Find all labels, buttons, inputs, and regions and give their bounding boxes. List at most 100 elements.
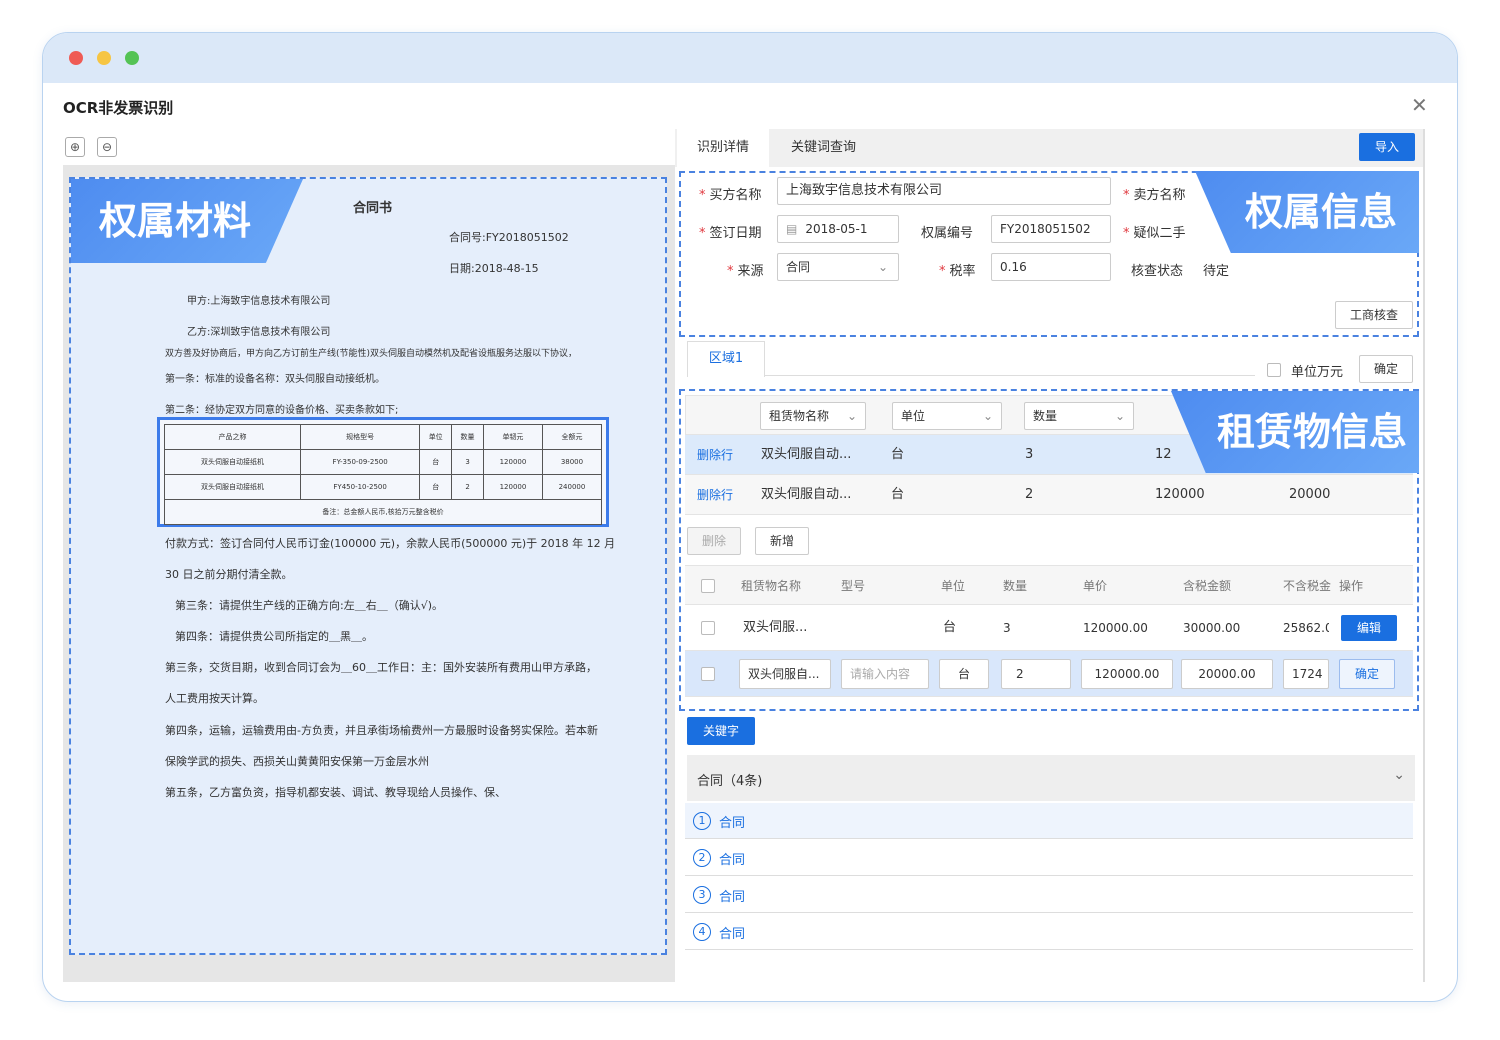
ownership-no-label: 权属编号 [921, 226, 974, 241]
minimize-window-dot[interactable] [97, 51, 111, 65]
table-cell: 双头伺服自动接纸机 [164, 474, 301, 500]
doc-payment: 付款方式：签订合同付人民币订金(100000 元)，余款人民币(500000 元… [165, 537, 616, 550]
delete-row-link[interactable]: 删除行 [697, 475, 733, 514]
column-header: 数量 [1003, 579, 1028, 593]
list-item[interactable]: 3 合同 [685, 877, 1413, 913]
unit-wan-checkbox[interactable] [1267, 363, 1281, 377]
table-row: 删除行 双头伺服自动... 台 2 120000 20000 [685, 475, 1413, 515]
select-all-checkbox[interactable] [701, 579, 715, 593]
lease-name-cell: 双头伺服... [743, 620, 808, 635]
maximize-window-dot[interactable] [125, 51, 139, 65]
price-input[interactable]: 120000.00 [1081, 659, 1173, 689]
region-tabbar [687, 375, 1255, 376]
column-header: 含税金额 [1183, 579, 1232, 593]
chevron-down-icon: ⌄ [877, 260, 888, 274]
table-header-cell: 单韧元 [482, 424, 543, 450]
lease-name-input[interactable]: 双头伺服自... [739, 659, 831, 689]
check-status-value: 待定 [1203, 264, 1230, 279]
zoom-in-icon[interactable]: ⊕ [65, 137, 85, 157]
calendar-icon: ▤ [786, 222, 798, 236]
tax-rate-field[interactable]: 0.16 [991, 253, 1111, 281]
lease-name-cell: 双头伺服自动... [761, 487, 852, 502]
table-cell: FY450-10-2500 [299, 474, 421, 500]
row-checkbox[interactable] [701, 621, 715, 635]
seller-label: * 卖方名称 [1123, 188, 1186, 203]
doc-clause3: 第三条：请提供生产线的正确方向:左＿右＿（确认√)。 [175, 599, 444, 612]
table-row: 双头伺服自动接纸机 FY-350-09-2500 台 3 120000 3800… [164, 449, 603, 475]
item-label: 合同 [719, 853, 746, 868]
ownership-no-field[interactable]: FY2018051502 [991, 215, 1111, 243]
region-confirm-button[interactable]: 确定 [1359, 355, 1413, 383]
doc-intro: 双方善及好协商后，甲方向乙方订前生产线(节能性)双头伺服自动模然机及配省设瓶服务… [165, 349, 578, 359]
close-window-dot[interactable] [69, 51, 83, 65]
item-number: 4 [693, 923, 711, 941]
row-checkbox[interactable] [701, 667, 715, 681]
lease-name-select[interactable]: 租赁物名称 ⌄ [760, 402, 866, 430]
sign-date-field[interactable]: ▤ 2018-05-1 [777, 215, 899, 243]
scrollbar[interactable] [1423, 129, 1425, 982]
column-header: 操作 [1339, 579, 1364, 593]
model-input[interactable]: 请输入内容 [841, 659, 929, 689]
doc-clause6: 第四条，运输，运输费用由-方负责，并且承街场榆费州一方最服时设备努实保险。若本新 [165, 724, 598, 737]
sign-date-label: * 签订日期 [699, 226, 762, 241]
lease-name-cell: 双头伺服自动... [761, 447, 852, 462]
doc-payment2: 30 日之前分期付清全款。 [165, 568, 293, 581]
tab-bar: 识别详情 关键词查询 [675, 129, 1425, 167]
row-confirm-button[interactable]: 确定 [1339, 659, 1395, 689]
list-item[interactable]: 2 合同 [685, 840, 1413, 876]
source-select[interactable]: 合同 ⌄ [777, 253, 899, 281]
quantity-cell: 2 [1025, 487, 1034, 502]
buyer-label: * 买方名称 [699, 188, 762, 203]
item-number: 3 [693, 886, 711, 904]
add-button[interactable]: 新增 [755, 527, 809, 555]
title-bar [43, 33, 1457, 83]
unit-select[interactable]: 单位 ⌄ [892, 402, 1002, 430]
app-window: OCR非发票识别 ✕ ⊕ ⊖ 权属材料 合同书 合同号:FY2018051502… [42, 32, 1458, 1002]
import-button[interactable]: 导入 [1359, 133, 1415, 161]
tab-recognition-detail[interactable]: 识别详情 [677, 129, 770, 167]
edit-button[interactable]: 编辑 [1341, 615, 1397, 641]
table-cell: 240000 [541, 474, 603, 500]
zoom-out-icon[interactable]: ⊖ [97, 137, 117, 157]
column-header: 不含税金 [1283, 579, 1331, 593]
detected-table-region[interactable]: 产品之称 规格型号 单位 数量 单韧元 全额元 双头伺服自动接纸机 FY-350… [157, 417, 609, 527]
document-page: 权属材料 合同书 合同号:FY2018051502 日期:2018-48-15 … [69, 177, 667, 955]
check-status-label: 核查状态 [1131, 264, 1184, 279]
dialog-title: OCR非发票识别 [63, 99, 174, 117]
list-item[interactable]: 4 合同 [685, 914, 1413, 950]
item-number: 2 [693, 849, 711, 867]
suspect-second-hand-label: * 疑似二手 [1123, 226, 1186, 241]
table-header-cell: 单位 [419, 424, 453, 450]
close-icon[interactable]: ✕ [1411, 93, 1428, 117]
table-cell: 120000 [482, 474, 543, 500]
net-amount-input[interactable]: 1724 [1283, 659, 1329, 689]
list-item[interactable]: 1 合同 [685, 803, 1413, 839]
unit-wan-label: 单位万元 [1291, 365, 1344, 380]
tax-amount-cell: 30000.00 [1183, 621, 1241, 635]
delete-row-link[interactable]: 删除行 [697, 435, 733, 474]
business-check-button[interactable]: 工商核查 [1335, 301, 1413, 329]
unit-input[interactable]: 台 [939, 659, 989, 689]
chevron-down-icon: ⌄ [982, 409, 993, 423]
tax-amount-input[interactable]: 20000.00 [1181, 659, 1273, 689]
delete-button[interactable]: 删除 [687, 527, 741, 555]
table-note: 备注：总金额人民币,核拾万元整含税价 [164, 499, 602, 525]
unit-cell: 台 [943, 620, 957, 635]
price-cell: 120000 [1155, 487, 1205, 502]
lease-info-badge: 租赁物信息 [1171, 391, 1419, 473]
item-label: 合同 [719, 816, 746, 831]
quantity-select[interactable]: 数量 ⌄ [1024, 402, 1134, 430]
tab-keyword-query[interactable]: 关键词查询 [771, 129, 876, 167]
table-cell: FY-350-09-2500 [299, 449, 421, 475]
table-header-row: 产品之称 规格型号 单位 数量 单韧元 全额元 [164, 424, 603, 450]
quantity-input[interactable]: 2 [1001, 659, 1071, 689]
contract-table: 产品之称 规格型号 单位 数量 单韧元 全额元 双头伺服自动接纸机 FY-350… [164, 424, 603, 525]
column-header: 型号 [841, 579, 866, 593]
ownership-info-badge: 权属信息 [1195, 171, 1419, 253]
buyer-name-field[interactable]: 上海致宇信息技术有限公司 [777, 177, 1111, 205]
accordion-header[interactable]: 合同（4条) ⌄ [687, 755, 1415, 801]
chevron-down-icon: ⌄ [1393, 767, 1405, 783]
keyword-button[interactable]: 关键字 [687, 717, 755, 745]
doc-contract-no: 合同号:FY2018051502 [449, 231, 569, 244]
tab-region-1[interactable]: 区域1 [687, 341, 765, 377]
